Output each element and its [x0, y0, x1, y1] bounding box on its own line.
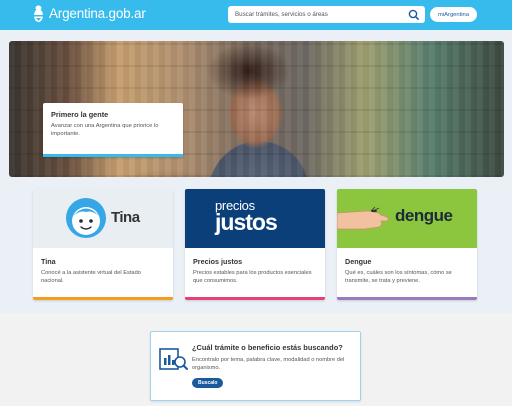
card-title: Precios justos [193, 257, 243, 266]
card-accent-bar [185, 297, 325, 300]
hero-banner-image[interactable]: Primero la gente Avanzar con una Argenti… [9, 41, 504, 177]
card-tina[interactable]: Tina Tina Conocé a la asistente virtual … [33, 189, 173, 300]
site-name: Argentina.gob.ar [49, 6, 146, 21]
tina-avatar-icon [66, 198, 106, 238]
hero-title: Primero la gente [51, 110, 109, 119]
miargentina-button[interactable]: miArgentina [430, 7, 477, 22]
dengue-logo-text: dengue [395, 206, 453, 225]
precios-justos-logo-image: precios justos [185, 189, 325, 248]
coat-of-arms-icon [34, 5, 43, 22]
tina-logo-text: Tina [111, 209, 140, 226]
hand-mosquito-icon [337, 206, 389, 230]
search-icon[interactable] [407, 8, 421, 22]
dengue-logo-image: dengue [337, 189, 477, 248]
card-text: Conocé a la asistente virtual del Estado… [41, 270, 141, 284]
search-documents-icon [159, 348, 188, 370]
card-title: Tina [41, 257, 56, 266]
justos-logo-text: justos [215, 209, 278, 235]
site-logo[interactable]: Argentina.gob.ar [33, 5, 146, 23]
card-accent-bar [33, 297, 173, 300]
search-bar[interactable] [228, 6, 425, 23]
card-precios-justos[interactable]: precios justos Precios justos Precios es… [185, 189, 325, 300]
search-box-title: ¿Cuál trámite o beneficio estás buscando… [192, 343, 343, 352]
buscalo-button[interactable]: Buscalo [192, 378, 224, 388]
tina-logo-image: Tina [33, 189, 173, 248]
search-box-text: Encontralo por tema, palabra clave, moda… [192, 357, 345, 371]
card-title: Dengue [345, 257, 372, 266]
hero-card[interactable]: Primero la gente Avanzar con una Argenti… [43, 103, 183, 157]
card-text: Qué es, cuáles son los síntomas, cómo se… [345, 270, 452, 284]
search-input[interactable] [228, 6, 407, 23]
hero-text: Avanzar con una Argentina que priorice l… [51, 123, 159, 137]
tramite-search-box: ¿Cuál trámite o beneficio estás buscando… [150, 331, 361, 401]
card-text: Precios estables para los productos esen… [193, 270, 312, 284]
top-header: Argentina.gob.ar miArgentina [0, 0, 512, 30]
card-dengue[interactable]: dengue Dengue Qué es, cuáles son los sín… [337, 189, 477, 300]
card-accent-bar [337, 297, 477, 300]
